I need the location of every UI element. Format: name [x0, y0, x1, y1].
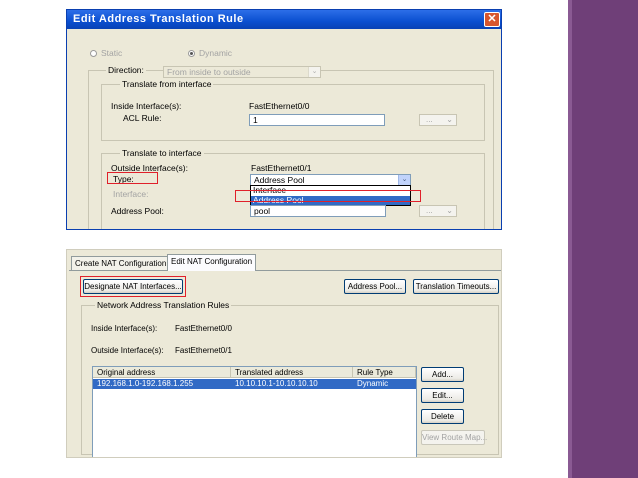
- address-pool-button[interactable]: Address Pool...: [344, 279, 406, 294]
- add-rule-button[interactable]: Add...: [421, 367, 464, 382]
- acl-rule-label: ACL Rule:: [123, 113, 162, 123]
- address-pool-highlight-box: [235, 190, 421, 202]
- dialog-titlebar: Edit Address Translation Rule ✕: [67, 10, 501, 29]
- dynamic-radio[interactable]: [188, 50, 195, 57]
- designate-highlight-box: [80, 276, 186, 297]
- pool-browse-button[interactable]: ... ⌄: [419, 205, 457, 217]
- direction-dropdown[interactable]: From inside to outside ⌄: [163, 66, 321, 78]
- type-value: Address Pool: [254, 175, 305, 185]
- address-pool-label: Address Pool:: [111, 206, 164, 216]
- nat-rules-legend: Network Address Translation Rules: [95, 300, 232, 310]
- slide-accent-bar: [568, 0, 638, 478]
- static-radio[interactable]: [90, 50, 97, 57]
- chevron-down-icon: ⌄: [446, 115, 453, 124]
- chevron-down-icon[interactable]: ⌄: [308, 67, 320, 77]
- tab-create-nat[interactable]: Create NAT Configuration: [71, 256, 171, 270]
- address-pool-field[interactable]: pool: [250, 205, 386, 217]
- direction-value: From inside to outside: [167, 67, 251, 77]
- column-rule-type[interactable]: Rule Type: [353, 367, 416, 378]
- row-translated-address: 10.10.10.1-10.10.10.10: [235, 379, 318, 388]
- edit-rule-button[interactable]: Edit...: [421, 388, 464, 403]
- column-translated-address[interactable]: Translated address: [231, 367, 353, 378]
- outside-interfaces-value: FastEthernet0/1: [175, 346, 232, 355]
- dialog-body: Static Dynamic Direction: From inside to…: [67, 29, 501, 229]
- chevron-down-icon[interactable]: ⌄: [398, 175, 410, 185]
- dialog-title: Edit Address Translation Rule: [73, 13, 244, 25]
- translate-to-legend: Translate to interface: [120, 148, 204, 158]
- pool-browse-label: ...: [426, 206, 433, 215]
- translation-timeouts-button[interactable]: Translation Timeouts...: [413, 279, 499, 294]
- dynamic-label: Dynamic: [199, 48, 233, 58]
- inside-interface-label: Inside Interface(s):: [111, 101, 182, 111]
- row-rule-type: Dynamic: [357, 379, 389, 388]
- row-original-address: 192.168.1.0-192.168.1.255: [97, 379, 194, 388]
- nat-rules-table: Original address Translated address Rule…: [92, 366, 417, 457]
- translate-from-legend: Translate from interface: [120, 79, 214, 89]
- inside-interfaces-value: FastEthernet0/0: [175, 324, 232, 333]
- delete-rule-button[interactable]: Delete: [421, 409, 464, 424]
- table-row[interactable]: 192.168.1.0-192.168.1.255 10.10.10.1-10.…: [93, 379, 416, 389]
- outside-interfaces-label: Outside Interface(s):: [91, 346, 164, 355]
- column-original-address[interactable]: Original address: [93, 367, 231, 378]
- static-label: Static: [101, 48, 123, 58]
- acl-browse-button[interactable]: ... ⌄: [419, 114, 457, 126]
- edit-address-translation-dialog: Edit Address Translation Rule ✕ Static D…: [66, 9, 502, 230]
- acl-browse-label: ...: [426, 115, 433, 124]
- view-route-map-button[interactable]: View Route Map...: [421, 430, 487, 445]
- nat-configuration-window: Create NAT Configuration Edit NAT Config…: [66, 249, 502, 458]
- inside-interfaces-label: Inside Interface(s):: [91, 324, 158, 333]
- direction-label: Direction:: [106, 65, 146, 75]
- inside-interface-value: FastEthernet0/0: [249, 101, 310, 111]
- interface-label: Interface:: [113, 189, 149, 199]
- type-highlight-box: [107, 172, 158, 184]
- chevron-down-icon: ⌄: [446, 206, 453, 215]
- close-icon[interactable]: ✕: [484, 12, 500, 27]
- edit-nat-pane: Designate NAT Interfaces... Address Pool…: [69, 270, 501, 457]
- tab-edit-nat[interactable]: Edit NAT Configuration: [167, 254, 257, 271]
- slide-accent-stripe: [568, 0, 572, 478]
- acl-rule-field[interactable]: 1: [249, 114, 385, 126]
- outside-interface-value: FastEthernet0/1: [251, 163, 312, 173]
